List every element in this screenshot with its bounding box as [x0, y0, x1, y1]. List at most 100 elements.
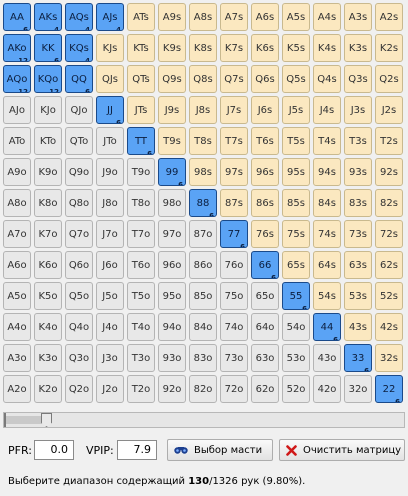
- hand-cell-j7s[interactable]: J7s: [220, 96, 248, 124]
- hand-cell-j3o[interactable]: J3o: [96, 344, 124, 372]
- hand-cell-k3o[interactable]: K3o: [34, 344, 62, 372]
- hand-cell-93o[interactable]: 93o: [158, 344, 186, 372]
- hand-cell-q6o[interactable]: Q6o: [65, 251, 93, 279]
- hand-cell-kqs[interactable]: KQs 4: [65, 34, 93, 62]
- hand-cell-q3o[interactable]: Q3o: [65, 344, 93, 372]
- hand-cell-ajs[interactable]: AJs 4: [96, 3, 124, 31]
- hand-cell-t3s[interactable]: T3s: [344, 127, 372, 155]
- hand-cell-k9s[interactable]: K9s: [158, 34, 186, 62]
- hand-cell-j6o[interactable]: J6o: [96, 251, 124, 279]
- suit-selection-button[interactable]: Выбор масти: [167, 439, 273, 461]
- hand-cell-q7s[interactable]: Q7s: [220, 65, 248, 93]
- hand-cell-qts[interactable]: QTs: [127, 65, 155, 93]
- hand-cell-75s[interactable]: 75s: [282, 220, 310, 248]
- hand-cell-94o[interactable]: 94o: [158, 313, 186, 341]
- hand-cell-q4o[interactable]: Q4o: [65, 313, 93, 341]
- hand-cell-22[interactable]: 22 6: [375, 375, 403, 403]
- hand-cell-t4o[interactable]: T4o: [127, 313, 155, 341]
- hand-cell-kjo[interactable]: KJo: [34, 96, 62, 124]
- hand-cell-j2o[interactable]: J2o: [96, 375, 124, 403]
- hand-cell-t2o[interactable]: T2o: [127, 375, 155, 403]
- hand-cell-k2o[interactable]: K2o: [34, 375, 62, 403]
- hand-cell-q9o[interactable]: Q9o: [65, 158, 93, 186]
- hand-cell-62o[interactable]: 62o: [251, 375, 279, 403]
- hand-cell-a7s[interactable]: A7s: [220, 3, 248, 31]
- hand-cell-94s[interactable]: 94s: [313, 158, 341, 186]
- hand-cell-q2o[interactable]: Q2o: [65, 375, 93, 403]
- hand-cell-k2s[interactable]: K2s: [375, 34, 403, 62]
- hand-cell-k6s[interactable]: K6s: [251, 34, 279, 62]
- hand-cell-a7o[interactable]: A7o: [3, 220, 31, 248]
- hand-cell-64s[interactable]: 64s: [313, 251, 341, 279]
- hand-cell-a8o[interactable]: A8o: [3, 189, 31, 217]
- hand-cell-a3o[interactable]: A3o: [3, 344, 31, 372]
- hand-cell-32s[interactable]: 32s: [375, 344, 403, 372]
- hand-cell-t5s[interactable]: T5s: [282, 127, 310, 155]
- hand-cell-kqo[interactable]: KQo 12: [34, 65, 62, 93]
- hand-cell-j3s[interactable]: J3s: [344, 96, 372, 124]
- hand-cell-53o[interactable]: 53o: [282, 344, 310, 372]
- hand-cell-j7o[interactable]: J7o: [96, 220, 124, 248]
- hand-cell-jto[interactable]: JTo: [96, 127, 124, 155]
- hand-cell-99[interactable]: 99 6: [158, 158, 186, 186]
- hand-cell-t9s[interactable]: T9s: [158, 127, 186, 155]
- hand-cell-t7s[interactable]: T7s: [220, 127, 248, 155]
- hand-cell-66[interactable]: 66 6: [251, 251, 279, 279]
- hand-cell-q5s[interactable]: Q5s: [282, 65, 310, 93]
- hand-cell-jj[interactable]: JJ 6: [96, 96, 124, 124]
- hand-cell-88[interactable]: 88 6: [189, 189, 217, 217]
- hand-cell-aa[interactable]: AA 6: [3, 3, 31, 31]
- hand-cell-a5s[interactable]: A5s: [282, 3, 310, 31]
- hand-cell-qjs[interactable]: QJs: [96, 65, 124, 93]
- hand-cell-64o[interactable]: 64o: [251, 313, 279, 341]
- hand-cell-q3s[interactable]: Q3s: [344, 65, 372, 93]
- hand-cell-a3s[interactable]: A3s: [344, 3, 372, 31]
- hand-cell-87o[interactable]: 87o: [189, 220, 217, 248]
- hand-cell-t8o[interactable]: T8o: [127, 189, 155, 217]
- hand-cell-j5s[interactable]: J5s: [282, 96, 310, 124]
- hand-cell-q9s[interactable]: Q9s: [158, 65, 186, 93]
- hand-cell-54o[interactable]: 54o: [282, 313, 310, 341]
- hand-cell-84s[interactable]: 84s: [313, 189, 341, 217]
- hand-cell-j8s[interactable]: J8s: [189, 96, 217, 124]
- hand-cell-t3o[interactable]: T3o: [127, 344, 155, 372]
- hand-cell-96s[interactable]: 96s: [251, 158, 279, 186]
- hand-cell-85s[interactable]: 85s: [282, 189, 310, 217]
- hand-cell-aks[interactable]: AKs 4: [34, 3, 62, 31]
- hand-cell-k6o[interactable]: K6o: [34, 251, 62, 279]
- hand-cell-87s[interactable]: 87s: [220, 189, 248, 217]
- hand-cell-a2o[interactable]: A2o: [3, 375, 31, 403]
- hand-cell-72o[interactable]: 72o: [220, 375, 248, 403]
- hand-cell-73s[interactable]: 73s: [344, 220, 372, 248]
- hand-cell-k9o[interactable]: K9o: [34, 158, 62, 186]
- hand-cell-q8s[interactable]: Q8s: [189, 65, 217, 93]
- hand-cell-52o[interactable]: 52o: [282, 375, 310, 403]
- hand-cell-k7s[interactable]: K7s: [220, 34, 248, 62]
- hand-cell-k5s[interactable]: K5s: [282, 34, 310, 62]
- hand-cell-82o[interactable]: 82o: [189, 375, 217, 403]
- hand-cell-t9o[interactable]: T9o: [127, 158, 155, 186]
- hand-cell-kto[interactable]: KTo: [34, 127, 62, 155]
- hand-cell-a4o[interactable]: A4o: [3, 313, 31, 341]
- hand-cell-aqo[interactable]: AQo 12: [3, 65, 31, 93]
- hand-cell-43o[interactable]: 43o: [313, 344, 341, 372]
- hand-cell-63o[interactable]: 63o: [251, 344, 279, 372]
- hand-cell-j9o[interactable]: J9o: [96, 158, 124, 186]
- hand-cell-98s[interactable]: 98s: [189, 158, 217, 186]
- hand-cell-t2s[interactable]: T2s: [375, 127, 403, 155]
- hand-cell-t4s[interactable]: T4s: [313, 127, 341, 155]
- hand-cell-jts[interactable]: JTs: [127, 96, 155, 124]
- hand-cell-t8s[interactable]: T8s: [189, 127, 217, 155]
- hand-cell-j5o[interactable]: J5o: [96, 282, 124, 310]
- hand-cell-93s[interactable]: 93s: [344, 158, 372, 186]
- hand-cell-75o[interactable]: 75o: [220, 282, 248, 310]
- hand-cell-63s[interactable]: 63s: [344, 251, 372, 279]
- hand-cell-72s[interactable]: 72s: [375, 220, 403, 248]
- hand-cell-kk[interactable]: KK 6: [34, 34, 62, 62]
- hand-cell-j8o[interactable]: J8o: [96, 189, 124, 217]
- hand-cell-a2s[interactable]: A2s: [375, 3, 403, 31]
- hand-cell-ato[interactable]: ATo: [3, 127, 31, 155]
- hand-cell-ako[interactable]: AKo 12: [3, 34, 31, 62]
- hand-cell-t6s[interactable]: T6s: [251, 127, 279, 155]
- hand-cell-q5o[interactable]: Q5o: [65, 282, 93, 310]
